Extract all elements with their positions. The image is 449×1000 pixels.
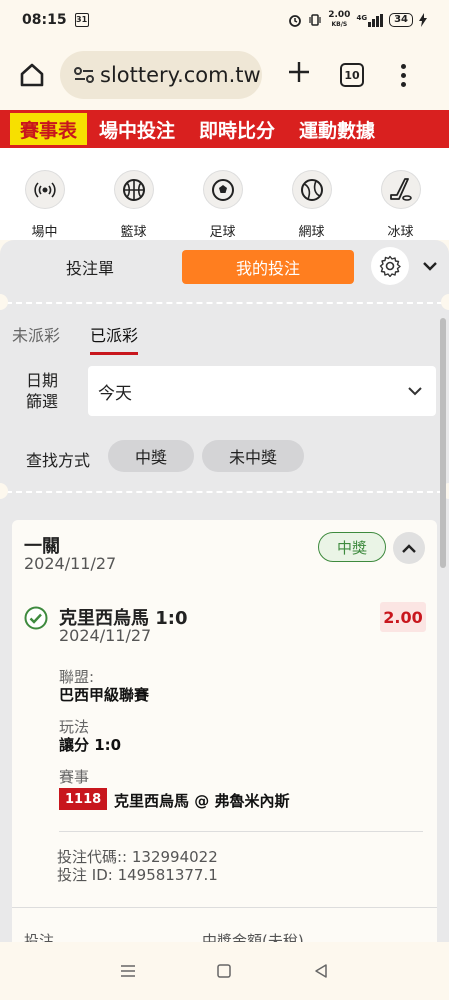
hockey-icon: [389, 177, 412, 201]
tab-unsettled[interactable]: 未派彩: [12, 322, 60, 355]
settlement-tabs: 未派彩 已派彩: [12, 322, 139, 355]
date-filter-label: 日期 篩選: [26, 371, 59, 411]
bet-id: 投注 ID: 149581377.1: [57, 866, 218, 884]
scrollbar[interactable]: [440, 318, 446, 568]
square-icon: [217, 964, 232, 978]
bet-codes: 投注代碼:: 132994022 投注 ID: 149581377.1: [57, 848, 218, 884]
gear-icon: [379, 255, 401, 277]
selection-date: 2024/11/27: [59, 626, 152, 645]
sport-live[interactable]: 場中: [0, 148, 89, 240]
address-bar[interactable]: slottery.com.tw: [60, 51, 262, 99]
sports-menu: 場中 籃球 足球 網球 冰球: [0, 148, 449, 240]
alarm-icon: [289, 15, 302, 27]
market-value: 讓分 1:0: [59, 736, 122, 754]
url-text: slottery.com.tw: [100, 63, 261, 87]
menu-icon: [121, 965, 136, 977]
charging-icon: [419, 13, 427, 27]
home-nav-button[interactable]: [214, 961, 234, 981]
recent-apps-button[interactable]: [118, 961, 138, 981]
soccer-icon: [211, 178, 234, 201]
vibrate-icon: [309, 14, 321, 26]
battery-icon: 34: [389, 13, 413, 27]
panel-header: 投注單 我的投注: [0, 240, 449, 300]
calendar-icon: 31: [74, 13, 89, 27]
stake-label: 投注: [24, 932, 55, 942]
live-icon: [33, 181, 56, 198]
nav-schedule[interactable]: 賽事表: [10, 113, 88, 145]
bet-card: 一關 2024/11/27 中獎 克里西烏馬 1:0 2024/11/27 2.…: [12, 520, 437, 942]
new-tab-button[interactable]: [284, 60, 314, 90]
browser-menu-button[interactable]: [398, 63, 408, 87]
check-circle-icon: [24, 606, 48, 630]
settings-button[interactable]: [371, 247, 409, 285]
browser-toolbar: slottery.com.tw 10: [0, 40, 449, 110]
divider-notch: [0, 483, 8, 499]
bet-code: 投注代碼:: 132994022: [57, 848, 218, 866]
divider: [6, 302, 443, 304]
tennis-icon: [300, 178, 323, 201]
plus-icon: [289, 62, 309, 82]
signal-icon: 4G: [356, 13, 384, 27]
divider: [59, 831, 423, 832]
basketball-icon: [122, 178, 145, 201]
chevron-up-icon: [402, 543, 416, 553]
system-navigation-bar: [0, 942, 449, 1000]
net-speed: 2.00 KB/S: [328, 10, 351, 29]
league-value: 巴西甲級聯賽: [59, 686, 150, 704]
event-id-badge: 1118: [59, 788, 108, 810]
sport-hockey[interactable]: 冰球: [356, 148, 445, 240]
sport-tennis[interactable]: 網球: [267, 148, 356, 240]
home-icon: [20, 63, 44, 87]
odds-value: 2.00: [380, 602, 426, 632]
status-bar: 08:15 31 2.00 KB/S 4G 34: [0, 0, 449, 40]
divider: [6, 491, 443, 493]
winnings-label: 中獎金額(未稅): [202, 932, 304, 942]
nav-live-score[interactable]: 即時比分: [187, 110, 287, 148]
site-settings-icon[interactable]: [70, 63, 98, 87]
back-triangle-icon: [315, 964, 327, 978]
bet-panel: 投注單 我的投注 未派彩 已派彩 日期 篩選 今天 查找方式 中獎 未中獎 一關…: [0, 240, 449, 942]
event-name: 克里西烏馬 @ 弗魯米內斯: [114, 792, 290, 810]
chevron-down-icon: [423, 262, 437, 271]
clock: 08:15: [22, 12, 67, 28]
filter-chip-lost[interactable]: 未中獎: [202, 440, 304, 472]
tab-switcher-button[interactable]: 10: [340, 63, 364, 87]
back-button[interactable]: [311, 961, 331, 981]
tab-settled[interactable]: 已派彩: [90, 322, 139, 355]
chevron-down-icon: [408, 386, 422, 395]
divider: [12, 907, 437, 908]
status-icons: 2.00 KB/S 4G 34: [288, 11, 427, 29]
tab-bet-slip[interactable]: 投注單: [20, 250, 160, 284]
collapse-card-button[interactable]: [393, 532, 425, 564]
date-filter-select[interactable]: 今天: [88, 366, 436, 416]
top-navigation: 賽事表 場中投注 即時比分 運動數據: [0, 110, 449, 148]
nav-live-betting[interactable]: 場中投注: [87, 110, 187, 148]
nav-sports-data[interactable]: 運動數據: [287, 110, 387, 148]
tab-my-bets[interactable]: 我的投注: [182, 250, 354, 284]
sport-basketball[interactable]: 籃球: [89, 148, 178, 240]
search-method-label: 查找方式: [26, 451, 91, 470]
bet-date: 2024/11/27: [24, 554, 117, 573]
filter-chip-won[interactable]: 中獎: [108, 440, 194, 472]
home-button[interactable]: [14, 57, 50, 93]
date-filter-value: 今天: [98, 383, 132, 404]
status-badge: 中獎: [318, 532, 386, 562]
divider-notch: [441, 294, 449, 310]
collapse-panel-button[interactable]: [419, 255, 441, 277]
sport-soccer[interactable]: 足球: [178, 148, 267, 240]
event-label: 賽事: [59, 768, 90, 786]
